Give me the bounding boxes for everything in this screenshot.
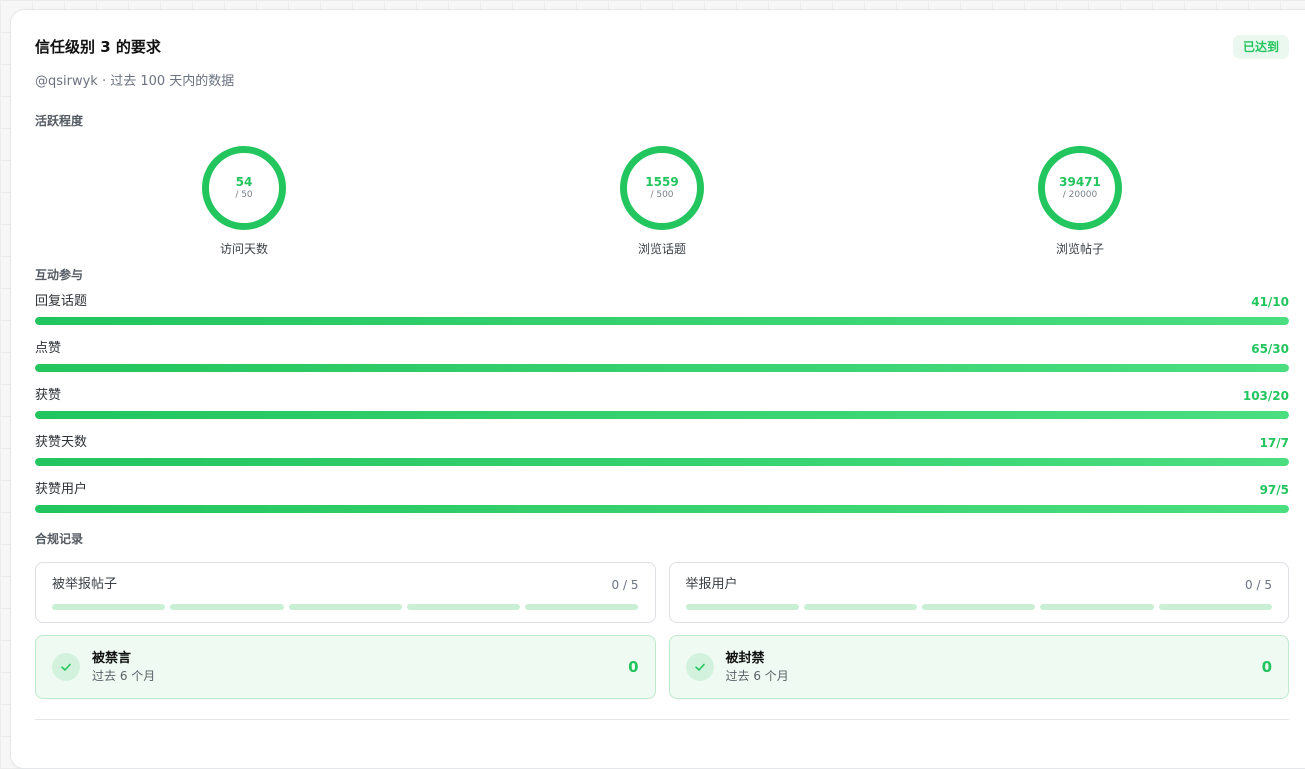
progress-label: 点赞 [35, 341, 62, 356]
report-box-posts: 被举报帖子 0 / 5 [35, 562, 656, 623]
circle-metric: 39471 / 20000 浏览帖子 [871, 129, 1289, 256]
progress-ring: 39471 / 20000 [1038, 146, 1122, 230]
section-title-compliance: 合规记录 [35, 532, 84, 546]
progress-ring: 54 / 50 [202, 146, 286, 230]
progress-row: 获赞天数 17/7 [35, 434, 1289, 481]
segment [170, 604, 284, 610]
check-icon [685, 653, 714, 681]
segment [922, 604, 1036, 610]
segment [1040, 604, 1154, 610]
ring-value: 54 [235, 175, 253, 189]
segment [406, 604, 521, 610]
penalty-title: 被禁言 [92, 651, 132, 666]
progress-track [35, 505, 1289, 513]
progress-row: 获赞用户 97/5 [35, 481, 1289, 528]
interaction-bars: 回复话题 41/10 点赞 65/30 获赞 103/20 获赞天数 17/7 … [35, 293, 1289, 528]
progress-value: 97/5 [1259, 483, 1289, 497]
silenced-box: 被禁言 过去 6 个月 0 [35, 635, 656, 699]
segment [525, 604, 639, 610]
subtitle: @qsirwyk · 过去 100 天内的数据 [35, 74, 235, 89]
section-title-activity: 活跃程度 [35, 114, 84, 128]
circle-metric: 54 / 50 访问天数 [35, 129, 453, 256]
circle-label: 浏览话题 [637, 242, 686, 256]
progress-track [35, 411, 1289, 419]
progress-label: 获赞用户 [35, 482, 88, 497]
divider [35, 719, 1289, 720]
report-segments [685, 604, 1273, 610]
progress-fill [35, 458, 1289, 466]
report-box-users: 举报用户 0 / 5 [668, 562, 1289, 623]
progress-label: 获赞 [35, 388, 62, 403]
circle-metric: 1559 / 500 浏览话题 [453, 129, 871, 256]
progress-value: 65/30 [1251, 342, 1289, 356]
penalty-count: 0 [628, 658, 639, 676]
report-boxes: 被举报帖子 0 / 5 举报用户 0 / 5 [35, 562, 1289, 623]
status-badge: 已达到 [1232, 35, 1289, 59]
report-count: 0 / 5 [1245, 578, 1272, 592]
progress-row: 点赞 65/30 [35, 340, 1289, 387]
segment [685, 604, 799, 610]
penalty-period: 过去 6 个月 [725, 669, 789, 683]
trust-level-card: 信任级别 3 的要求 已达到 @qsirwyk · 过去 100 天内的数据 活… [10, 9, 1305, 769]
penalty-count: 0 [1261, 658, 1272, 676]
penalty-period: 过去 6 个月 [92, 669, 156, 683]
progress-label: 回复话题 [35, 294, 88, 309]
progress-fill [35, 411, 1289, 419]
progress-row: 获赞 103/20 [35, 387, 1289, 434]
segment [1158, 604, 1272, 610]
progress-label: 获赞天数 [35, 435, 88, 450]
check-icon [52, 653, 80, 681]
report-count: 0 / 5 [611, 578, 639, 592]
circle-label: 浏览帖子 [1055, 242, 1104, 256]
progress-ring: 1559 / 500 [620, 146, 704, 230]
progress-track [35, 317, 1289, 325]
ring-target: / 20000 [1062, 190, 1098, 200]
penalty-title: 被封禁 [725, 651, 765, 666]
progress-value: 41/10 [1251, 295, 1289, 309]
ring-value: 39471 [1059, 175, 1101, 189]
progress-fill [35, 364, 1289, 372]
segment [288, 604, 402, 610]
progress-track [35, 364, 1289, 372]
segment [803, 604, 918, 610]
report-label: 举报用户 [685, 577, 738, 592]
progress-value: 17/7 [1259, 436, 1289, 450]
report-segments [52, 604, 639, 610]
ring-target: / 500 [650, 190, 674, 200]
activity-circles: 54 / 50 访问天数 1559 / 500 浏览话题 39471 / 200… [35, 129, 1289, 256]
ring-value: 1559 [645, 175, 679, 189]
ring-target: / 50 [235, 190, 253, 200]
circle-label: 访问天数 [219, 242, 268, 256]
progress-row: 回复话题 41/10 [35, 293, 1289, 340]
progress-fill [35, 317, 1289, 325]
progress-fill [35, 505, 1289, 513]
segment [52, 604, 166, 610]
page-title: 信任级别 3 的要求 [35, 38, 161, 56]
progress-value: 103/20 [1242, 389, 1289, 403]
section-title-interaction: 互动参与 [35, 268, 84, 282]
suspended-box: 被封禁 过去 6 个月 0 [668, 635, 1289, 699]
report-label: 被举报帖子 [52, 577, 118, 592]
progress-track [35, 458, 1289, 466]
penalty-boxes: 被禁言 过去 6 个月 0 被封禁 过去 6 个月 0 [35, 635, 1289, 699]
card-header: 信任级别 3 的要求 已达到 [35, 35, 1289, 59]
